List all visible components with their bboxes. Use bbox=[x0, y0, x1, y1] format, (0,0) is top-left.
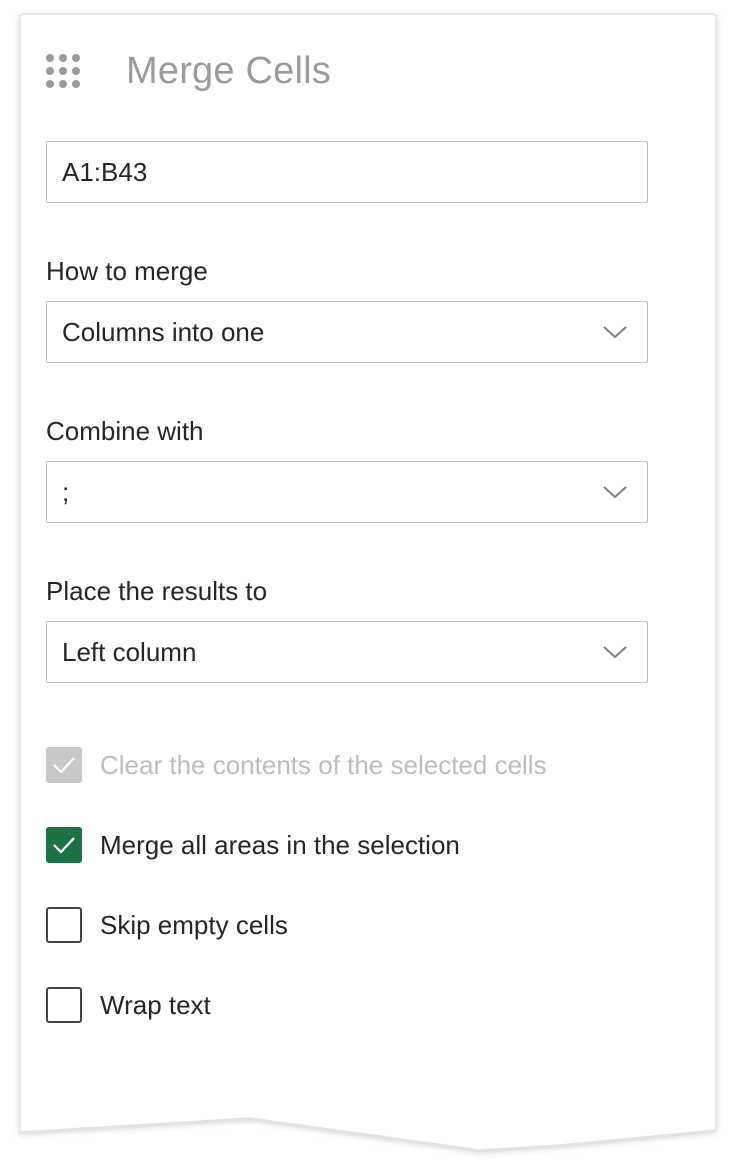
how-to-merge-value: Columns into one bbox=[62, 317, 265, 347]
panel-title: Merge Cells bbox=[126, 49, 331, 92]
grip-dots-icon[interactable] bbox=[46, 54, 80, 88]
combine-with-select[interactable]: ; bbox=[46, 461, 648, 523]
wrap-text-label: Wrap text bbox=[100, 989, 211, 1020]
combine-with-value: ; bbox=[62, 477, 70, 507]
skip-empty-cells-checkbox[interactable]: Skip empty cells bbox=[46, 906, 288, 944]
range-input[interactable] bbox=[46, 141, 648, 203]
place-results-select[interactable]: Left column bbox=[46, 621, 648, 683]
checkmark-icon bbox=[53, 837, 75, 854]
clear-contents-label: Clear the contents of the selected cells bbox=[100, 749, 547, 780]
chevron-down-icon bbox=[603, 326, 627, 339]
how-to-merge-label: How to merge bbox=[46, 256, 208, 286]
wrap-text-checkbox[interactable]: Wrap text bbox=[46, 986, 211, 1024]
how-to-merge-select[interactable]: Columns into one bbox=[46, 301, 648, 363]
chevron-down-icon bbox=[603, 486, 627, 499]
place-results-value: Left column bbox=[62, 637, 197, 667]
panel-header: Merge Cells bbox=[46, 38, 331, 104]
merge-all-areas-checkbox[interactable]: Merge all areas in the selection bbox=[46, 826, 460, 864]
checkbox-box[interactable] bbox=[46, 747, 82, 783]
chevron-down-icon bbox=[603, 646, 627, 659]
merge-all-areas-label: Merge all areas in the selection bbox=[100, 829, 460, 860]
checkbox-box[interactable] bbox=[46, 987, 82, 1023]
checkbox-box[interactable] bbox=[46, 907, 82, 943]
skip-empty-cells-label: Skip empty cells bbox=[100, 909, 288, 940]
checkbox-box[interactable] bbox=[46, 827, 82, 863]
checkmark-icon bbox=[53, 757, 75, 774]
clear-contents-checkbox[interactable]: Clear the contents of the selected cells bbox=[46, 746, 547, 784]
place-results-label: Place the results to bbox=[46, 576, 268, 606]
combine-with-label: Combine with bbox=[46, 416, 204, 446]
